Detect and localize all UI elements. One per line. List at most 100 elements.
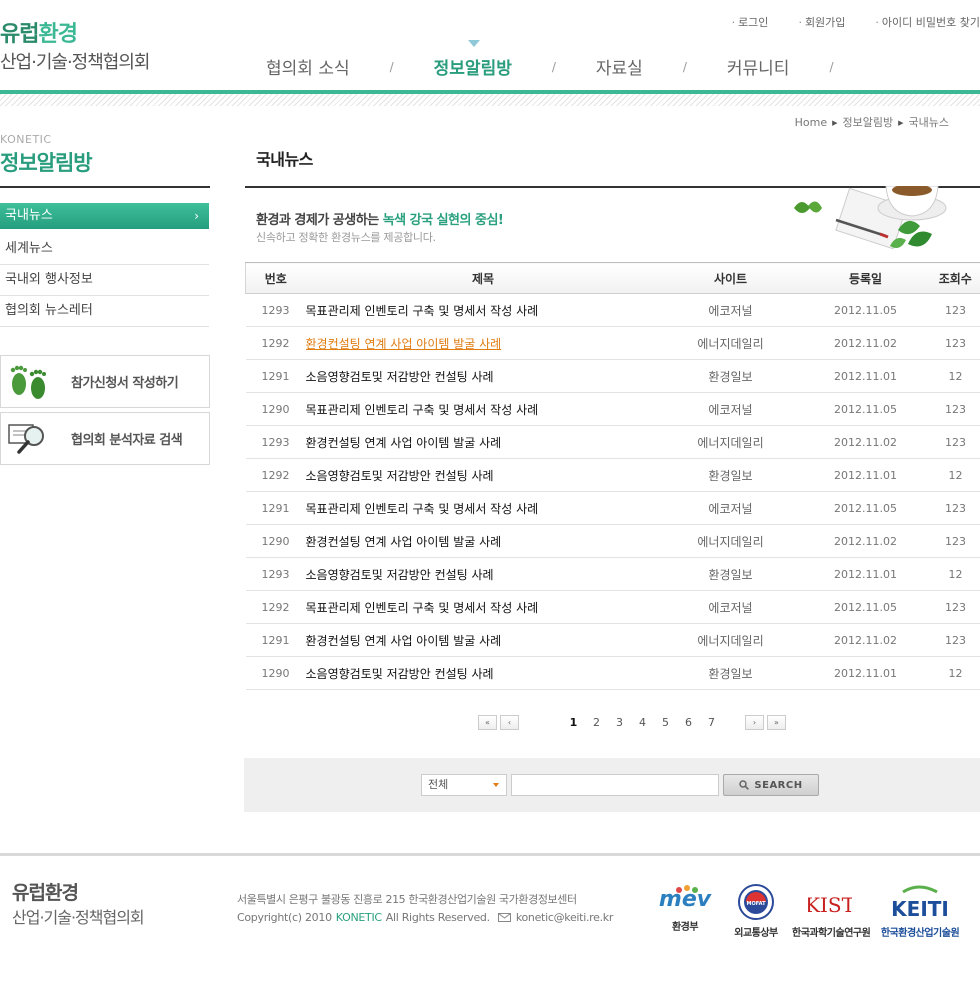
page-number-link[interactable]: 5	[654, 716, 677, 729]
svg-text:KIST: KIST	[808, 893, 852, 917]
cell-title-link[interactable]: 환경컨설팅 연계 사업 아이템 발굴 사례	[305, 524, 661, 558]
page-number-link[interactable]: 6	[677, 716, 700, 729]
footer-email-link[interactable]: konetic@keiti.re.kr	[497, 911, 613, 924]
cell-title-link[interactable]: 환경컨설팅 연계 사업 아이템 발굴 사례	[305, 425, 661, 459]
sidebar-menu: 국내뉴스 › 세계뉴스 국내외 행사정보 협의회 뉴스레터	[0, 203, 209, 327]
footer-logo: 유럽환경 산업·기술·정책협의회	[12, 880, 145, 930]
svg-text:mev: mev	[659, 887, 712, 912]
table-header-row: 번호 제목 사이트 등록일 조회수	[245, 262, 980, 294]
table-row[interactable]: 1290 소음영향검토및 저감방안 컨설팅 사례 환경일보 2012.11.01 12	[245, 656, 980, 690]
cell-title-link[interactable]: 소음영향검토및 저감방안 컨설팅 사례	[305, 656, 661, 690]
page-number-link[interactable]: 1	[562, 716, 585, 729]
partner-caption: 환경부	[671, 922, 699, 933]
cell-date: 2012.11.05	[800, 392, 931, 426]
table-row[interactable]: 1293 소음영향검토및 저감방안 컨설팅 사례 환경일보 2012.11.01 12	[245, 557, 980, 591]
col-header-site: 사이트	[660, 262, 801, 294]
find-id-password-link[interactable]: 아이디 비밀번호 찾기	[875, 14, 980, 30]
sidebar-item-world-news[interactable]: 세계뉴스	[0, 234, 209, 265]
chevron-right-icon: ›	[194, 209, 199, 223]
intro-highlight: 녹색 강국 실현의 중심!	[382, 213, 504, 228]
sidebar-item-label: 국내외 행사정보	[5, 272, 93, 287]
page-number-link[interactable]: 2	[585, 716, 608, 729]
footprints-icon	[1, 362, 57, 402]
cell-title-link[interactable]: 목표관리제 인벤토리 구축 및 명세서 작성 사례	[305, 491, 661, 525]
table-row[interactable]: 1293 환경컨설팅 연계 사업 아이템 발굴 사례 에너지데일리 2012.11.0…	[245, 425, 980, 459]
intro-headline: 환경과 경제가 공생하는 녹색 강국 실현의 중심!	[256, 209, 504, 228]
join-link[interactable]: 회원가입	[798, 14, 845, 30]
table-row[interactable]: 1292 목표관리제 인벤토리 구축 및 명세서 작성 사례 에코저널 2012.11…	[245, 590, 980, 624]
page-number-link[interactable]: 7	[700, 716, 723, 729]
partner-keiti[interactable]: KEITI 한국환경산업기술원	[880, 884, 960, 939]
sidebar-item-label: 협의회 뉴스레터	[5, 303, 93, 318]
nav-separator: /	[389, 59, 394, 74]
cell-title-link[interactable]: 환경컨설팅 연계 사업 아이템 발굴 사례	[305, 326, 661, 360]
breadcrumb-section[interactable]: 정보알림방	[843, 116, 894, 129]
nav-item-archive[interactable]: 자료실	[596, 54, 643, 79]
cell-date: 2012.11.02	[800, 623, 931, 657]
last-page-button[interactable]: »	[767, 715, 786, 730]
prev-page-button[interactable]: ‹	[500, 715, 519, 730]
keiti-logo-icon: KEITI	[891, 885, 949, 921]
cell-date: 2012.11.01	[800, 359, 931, 393]
sidebar-item-events[interactable]: 국내외 행사정보	[0, 265, 209, 296]
page-number-link[interactable]: 3	[608, 716, 631, 729]
cell-title-link[interactable]: 목표관리제 인벤토리 구축 및 명세서 작성 사례	[305, 590, 661, 624]
copyright-brand: KONETIC	[335, 911, 382, 924]
kist-logo-icon: KIST	[805, 893, 856, 917]
footer-logo-title: 유럽환경	[12, 882, 79, 904]
cell-title-link[interactable]: 목표관리제 인벤토리 구축 및 명세서 작성 사례	[305, 293, 661, 327]
cell-title-link[interactable]: 소음영향검토및 저감방안 컨설팅 사례	[305, 359, 661, 393]
partner-mofat[interactable]: MOFAT 외교통상부	[728, 884, 784, 939]
caret-down-icon	[493, 783, 499, 787]
cell-site: 에코저널	[660, 491, 801, 525]
table-row[interactable]: 1292 소음영향검토및 저감방안 컨설팅 사례 환경일보 2012.11.01 12	[245, 458, 980, 492]
cell-date: 2012.11.01	[800, 458, 931, 492]
search-panel: 전체 SEARCH	[244, 758, 980, 812]
next-page-button[interactable]: ›	[745, 715, 764, 730]
page-numbers: 1234567	[562, 716, 723, 729]
apply-form-banner[interactable]: 참가신청서 작성하기	[0, 355, 210, 408]
coffee-cup-illustration-icon	[794, 186, 947, 250]
search-input[interactable]	[511, 774, 719, 796]
cell-site: 에코저널	[660, 392, 801, 426]
ministry-foreign-affairs-seal-icon: MOFAT	[738, 884, 774, 920]
breadcrumb-home[interactable]: Home	[795, 116, 827, 129]
sidebar-item-label: 국내뉴스	[5, 208, 53, 223]
table-row[interactable]: 1290 목표관리제 인벤토리 구축 및 명세서 작성 사례 에코저널 2012.11…	[245, 392, 980, 426]
table-row[interactable]: 1292 환경컨설팅 연계 사업 아이템 발굴 사례 에너지데일리 2012.11.0…	[245, 326, 980, 360]
col-header-title: 제목	[305, 262, 661, 294]
analysis-search-banner[interactable]: 협의회 분석자료 검색	[0, 412, 210, 465]
cell-no: 1293	[245, 293, 306, 327]
partner-me[interactable]: mev 환경부	[656, 884, 714, 933]
footer-copyright: Copyright(c) 2010 KONETIC All Rights Res…	[237, 911, 613, 924]
first-page-button[interactable]: «	[478, 715, 497, 730]
intro-text: 환경과 경제가 공생하는	[256, 213, 383, 228]
table-row[interactable]: 1291 환경컨설팅 연계 사업 아이템 발굴 사례 에너지데일리 2012.11.0…	[245, 623, 980, 657]
search-category-select[interactable]: 전체	[421, 774, 507, 796]
partner-kist[interactable]: KIST 한국과학기술연구원	[792, 884, 871, 939]
sidebar-item-newsletter[interactable]: 협의회 뉴스레터	[0, 296, 209, 327]
cell-title-link[interactable]: 환경컨설팅 연계 사업 아이템 발굴 사례	[305, 623, 661, 657]
page-number-link[interactable]: 4	[631, 716, 654, 729]
sidebar-title: KONETIC 정보알림방	[0, 133, 93, 177]
nav-item-news[interactable]: 협의회 소식	[266, 54, 350, 79]
main-nav: 협의회 소식 / 정보알림방 / 자료실 / 커뮤니티 /	[266, 40, 873, 79]
table-row[interactable]: 1290 환경컨설팅 연계 사업 아이템 발굴 사례 에너지데일리 2012.11.0…	[245, 524, 980, 558]
col-header-views: 조회수	[930, 262, 980, 294]
table-row[interactable]: 1291 소음영향검토및 저감방안 컨설팅 사례 환경일보 2012.11.01 12	[245, 359, 980, 393]
sidebar-item-domestic-news[interactable]: 국내뉴스 ›	[0, 203, 209, 229]
nav-item-community[interactable]: 커뮤니티	[727, 54, 790, 79]
site-logo[interactable]: 유럽환경 산업·기술·정책협의회	[0, 20, 150, 76]
nav-item-info[interactable]: 정보알림방	[434, 40, 512, 79]
cell-title-link[interactable]: 소음영향검토및 저감방안 컨설팅 사례	[305, 458, 661, 492]
login-link[interactable]: 로그인	[732, 14, 768, 30]
cell-site: 에코저널	[660, 590, 801, 624]
cell-title-link[interactable]: 소음영향검토및 저감방안 컨설팅 사례	[305, 557, 661, 591]
sidebar-divider	[0, 186, 210, 188]
table-row[interactable]: 1293 목표관리제 인벤토리 구축 및 명세서 작성 사례 에코저널 2012.11…	[245, 293, 980, 327]
cell-site: 환경일보	[660, 359, 801, 393]
search-button[interactable]: SEARCH	[723, 774, 819, 796]
cell-title-link[interactable]: 목표관리제 인벤토리 구축 및 명세서 작성 사례	[305, 392, 661, 426]
cell-no: 1290	[245, 524, 306, 558]
table-row[interactable]: 1291 목표관리제 인벤토리 구축 및 명세서 작성 사례 에코저널 2012.11…	[245, 491, 980, 525]
